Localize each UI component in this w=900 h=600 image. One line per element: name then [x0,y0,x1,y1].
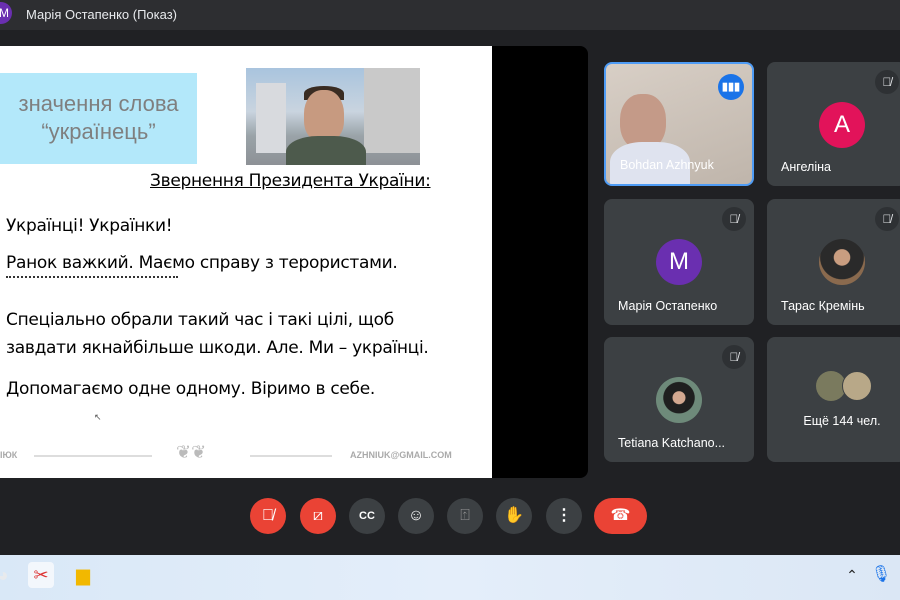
participant-tile[interactable]: 🎙̸ M Марія Остапенко [604,199,754,325]
participant-tile[interactable]: 🎙̸ A Ангеліна [767,62,900,186]
emoji-button[interactable]: ☺ [398,498,434,534]
more-vert-icon: ⋮ [556,507,572,524]
mouse-cursor-icon: ↖ [94,412,102,422]
participant-name: Ангеліна [781,160,831,174]
mic-off-icon: 🎙̸ [875,207,899,231]
file-explorer-taskbar-icon[interactable]: ▆ [70,562,96,588]
present-icon: ⍐ [460,507,470,524]
avatar [656,377,702,423]
raise-hand-button[interactable]: ✋ [496,498,532,534]
more-options-button[interactable]: ⋮ [546,498,582,534]
slide-line: завдати якнайбільше шкоди. Але. Ми – укр… [6,338,429,358]
more-participants-count: Ещё 144 чел. [803,414,881,428]
slide-line: Спеціально обрали такий час і такі цілі,… [6,310,394,330]
captions-icon: CC [359,510,375,522]
slide-heading: Звернення Президента України: [150,171,431,191]
microphone-icon[interactable]: 🎙 [868,562,894,588]
participant-tile[interactable]: ▮▮▮ Bohdan Azhnyuk [604,62,754,186]
mic-off-icon: 🎙̸ [875,70,899,94]
present-button[interactable]: ⍐ [447,498,483,534]
slide-photo [246,68,420,165]
slide-title-line1: значення слова [18,91,179,116]
hand-icon: ✋ [504,507,524,524]
captions-button[interactable]: CC [349,498,385,534]
mic-off-icon: 🎙̸ [722,207,746,231]
slide-line: Допомагаємо одне одному. Віримо в себе. [6,379,375,399]
mic-toggle-button[interactable]: 🎙̸ [250,498,286,534]
shared-slide: значення слова “українець” Звернення Пре… [0,46,492,478]
slide-footer-email: AZHNIUK@GMAIL.COM [350,450,452,460]
emoji-icon: ☺ [407,507,425,524]
avatar: A [819,102,865,148]
participant-tile[interactable]: 🎙̸ Tetiana Katchano... [604,337,754,462]
participant-name: Tetiana Katchano... [618,436,726,450]
participant-tile[interactable]: 🎙̸ Тарас Кремінь [767,199,900,325]
speaking-indicator-icon: ▮▮▮ [718,74,744,100]
chrome-taskbar-icon[interactable]: ◕ [0,562,16,588]
ornament-icon: ❦❦ [176,442,207,462]
taskbar [0,555,900,600]
snipping-tool-taskbar-icon[interactable]: ✂ [28,562,54,588]
slide-line: Українці! Українки! [6,216,173,236]
top-bar: M Марія Остапенко (Показ) [0,0,900,30]
slide-footer-left: ІЮК [0,450,18,460]
mic-off-icon: 🎙̸ [722,345,746,369]
participant-name: Марія Остапенко [618,299,718,313]
slide-line: Ранок важкий. Маємо справу з терористами… [6,253,398,273]
phone-hangup-icon: ☎ [610,507,631,524]
avatar [842,371,872,401]
presentation-title: Марія Остапенко (Показ) [26,7,177,22]
show-hidden-icons-chevron-icon[interactable]: ⌃ [839,562,865,588]
dotted-separator [6,276,178,278]
end-call-button[interactable]: ☎ [594,498,647,534]
avatar [819,239,865,285]
slide-title-box: значення слова “українець” [0,73,197,164]
camera-off-icon: ⧄ [312,507,324,524]
footer-divider [250,455,332,457]
slide-title-line2: “українець” [41,119,156,144]
avatar: M [656,239,702,285]
more-participants-tile[interactable]: Ещё 144 чел. [767,337,900,462]
presenter-avatar: M [0,2,12,24]
participant-name: Bohdan Azhnyuk [620,158,714,172]
camera-toggle-button[interactable]: ⧄ [300,498,336,534]
mic-off-icon: 🎙̸ [262,507,274,524]
participant-name: Тарас Кремінь [781,299,865,313]
footer-divider [34,455,152,457]
